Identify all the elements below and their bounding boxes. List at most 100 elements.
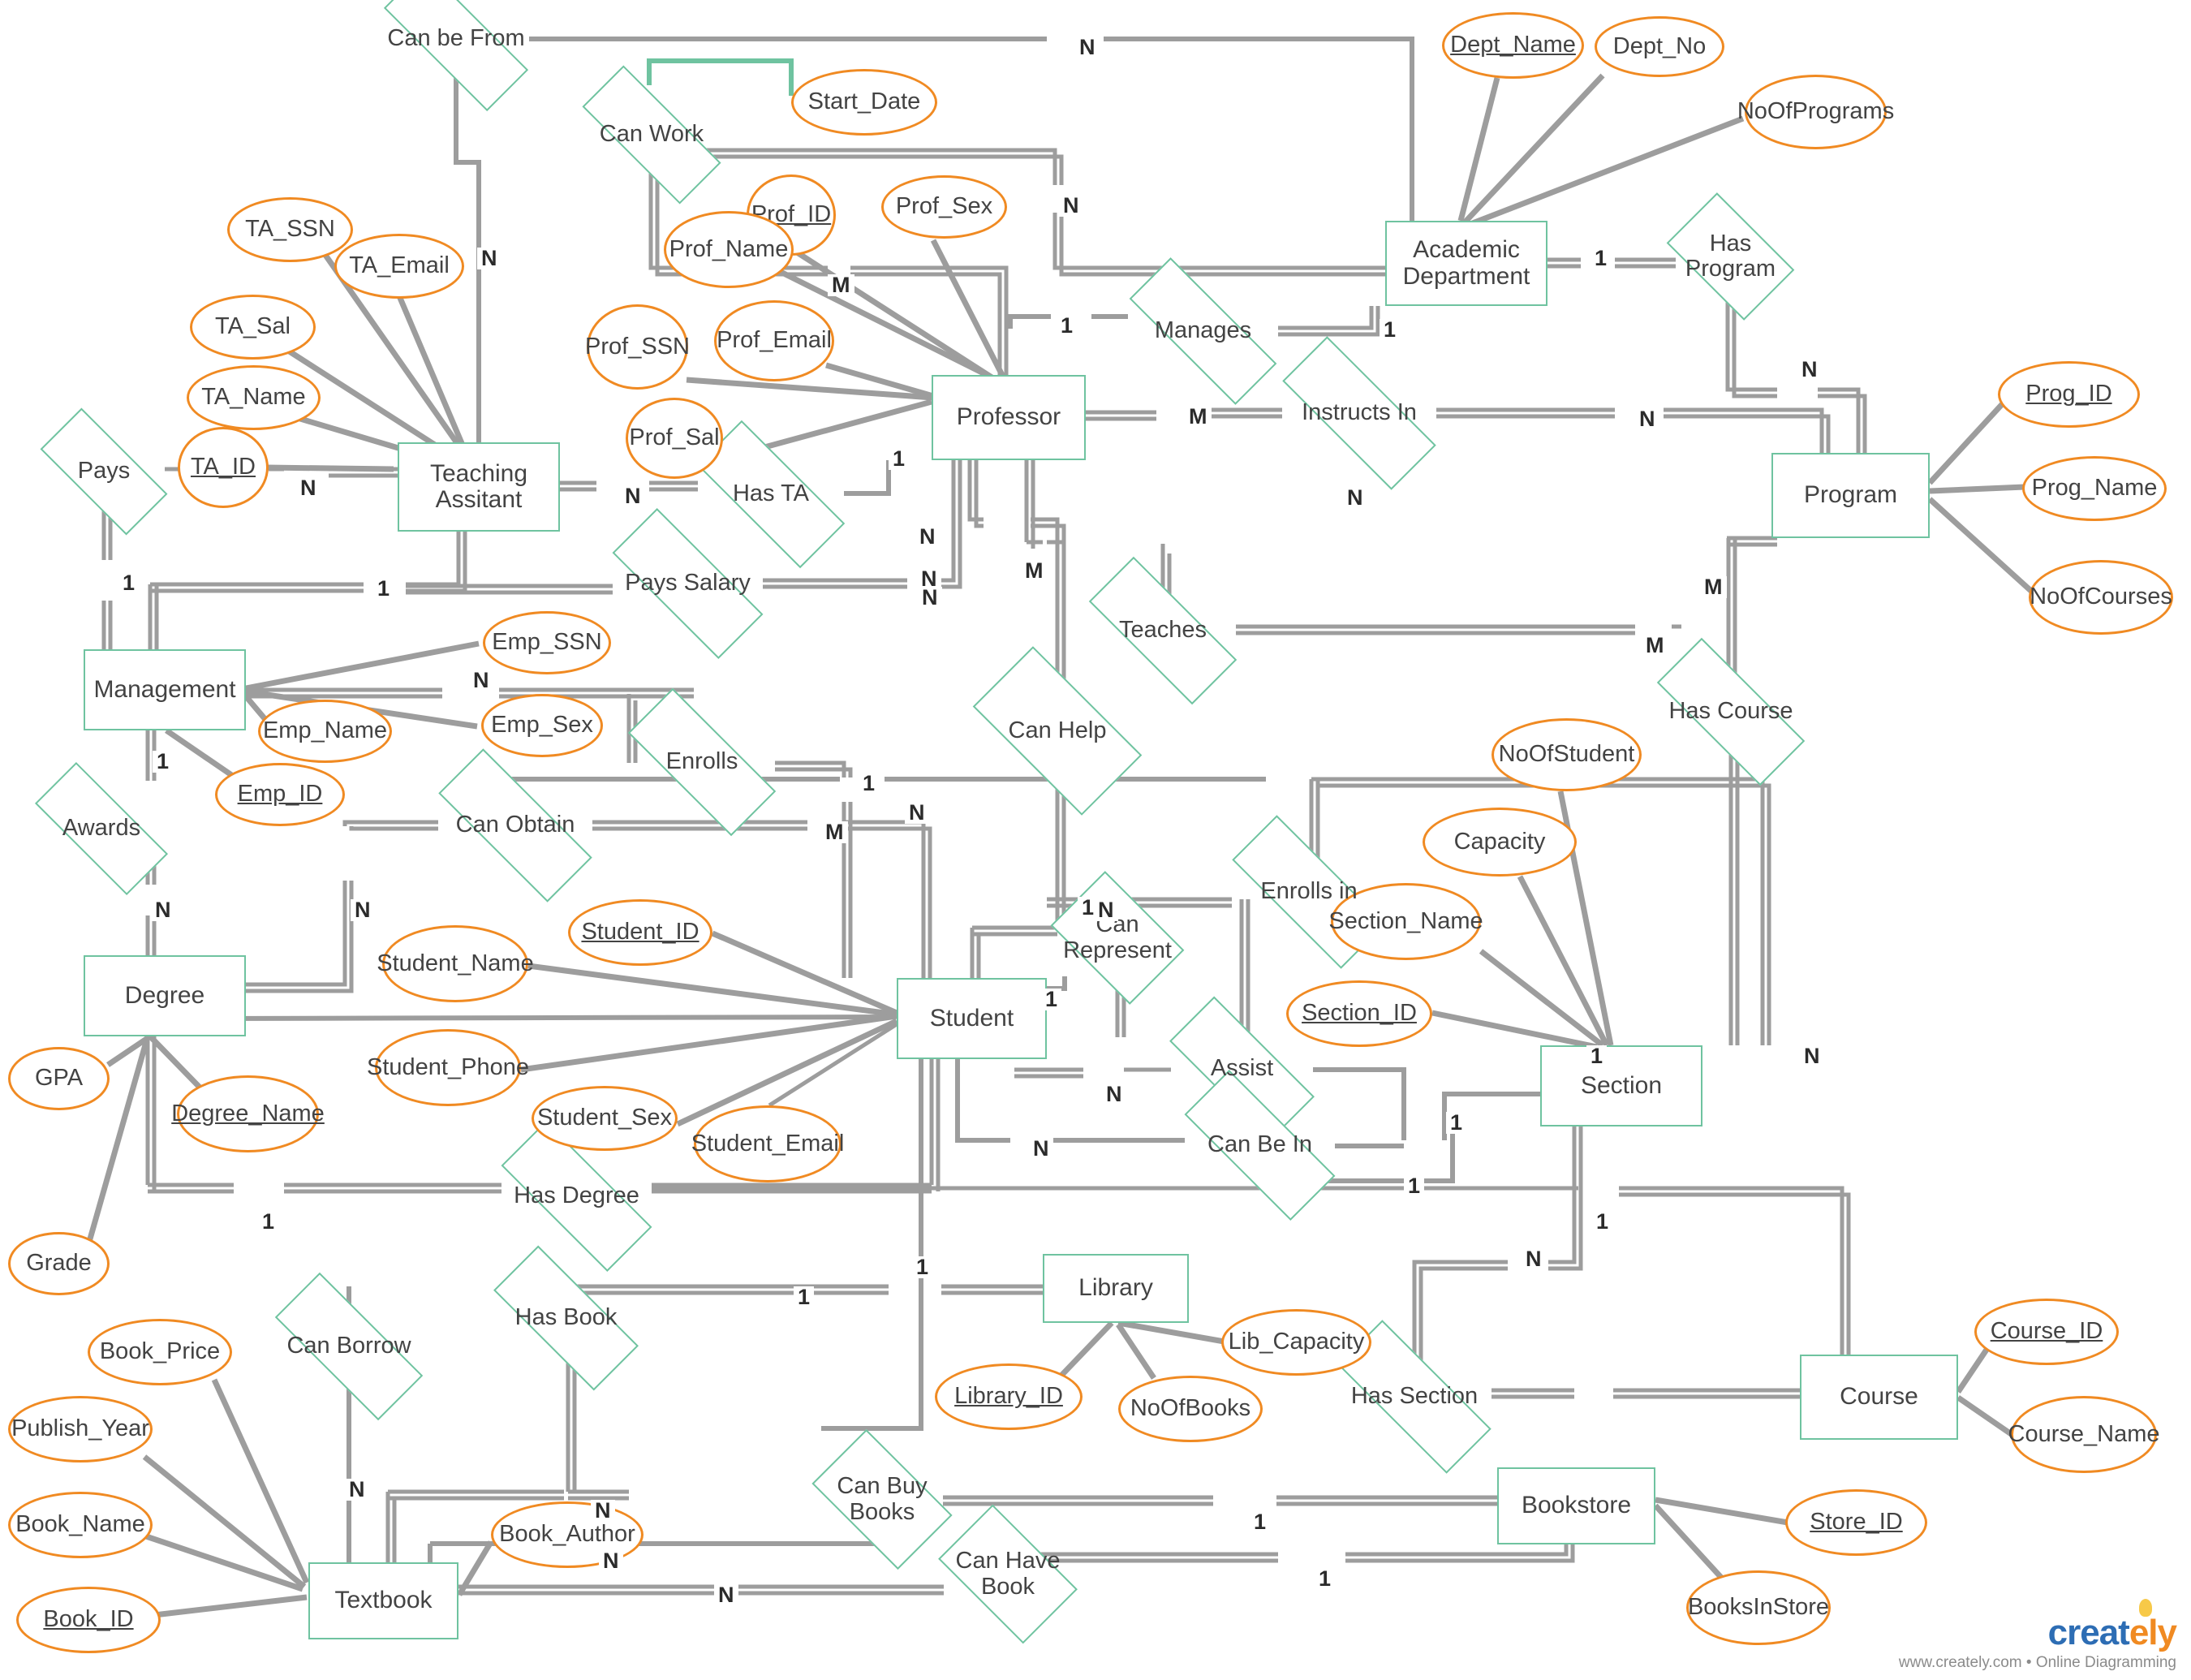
- attr-prof_email[interactable]: Prof_Email: [714, 300, 834, 381]
- rel-has_section[interactable]: Has Section: [1337, 1320, 1492, 1474]
- entity-management[interactable]: Management: [84, 649, 246, 730]
- entity-library[interactable]: Library: [1043, 1254, 1189, 1323]
- entity-label: Program: [1803, 481, 1898, 509]
- cardinality-label-c1: N: [1075, 37, 1100, 58]
- attr-emp_id[interactable]: Emp_ID: [215, 763, 345, 826]
- entity-section[interactable]: Section: [1540, 1045, 1702, 1126]
- attr-section_id[interactable]: Section_ID: [1286, 980, 1432, 1047]
- cardinality-label-c29: N: [351, 899, 375, 921]
- rel-has_ta[interactable]: Has TA: [696, 420, 846, 569]
- attr-prof_ssn[interactable]: Prof_SSN: [585, 304, 690, 390]
- entity-program[interactable]: Program: [1771, 453, 1930, 538]
- attr-no_of_programs[interactable]: NoOfPrograms: [1737, 75, 1894, 149]
- entity-label: Management: [93, 675, 236, 703]
- attr-prog_id[interactable]: Prog_ID: [1998, 361, 2140, 428]
- entity-degree[interactable]: Degree: [84, 955, 246, 1036]
- rel-can_have_book[interactable]: Can Have Book: [938, 1504, 1078, 1644]
- attr-student_name[interactable]: Student_Name: [377, 925, 534, 1002]
- rel-can_be_in[interactable]: Can Be In: [1184, 1070, 1336, 1221]
- rel-can_borrow[interactable]: Can Borrow: [274, 1272, 424, 1421]
- cardinality-label-c10: N: [1797, 359, 1822, 381]
- attr-label: Emp_ID: [237, 781, 323, 808]
- attr-emp_ssn[interactable]: Emp_SSN: [483, 611, 611, 674]
- rel-can_obtain[interactable]: Can Obtain: [438, 748, 592, 902]
- rel-instructs_in[interactable]: Instructs In: [1282, 336, 1436, 490]
- attr-student_phone[interactable]: Student_Phone: [367, 1029, 529, 1106]
- rel-teaches[interactable]: Teaches: [1088, 556, 1238, 705]
- entity-course[interactable]: Course: [1800, 1355, 1958, 1440]
- attr-prof_sex[interactable]: Prof_Sex: [881, 175, 1007, 239]
- rel-can_work[interactable]: Can Work: [582, 65, 721, 205]
- attr-course_id[interactable]: Course_ID: [1974, 1299, 2119, 1365]
- cardinality-label-c22: M: [1700, 576, 1727, 598]
- attr-course_name[interactable]: Course_Name: [2008, 1396, 2160, 1473]
- entity-textbook[interactable]: Textbook: [308, 1562, 458, 1639]
- entity-professor[interactable]: Professor: [932, 375, 1086, 460]
- attr-start_date[interactable]: Start_Date: [791, 69, 937, 136]
- cardinality-label-c9: N: [1635, 408, 1659, 430]
- attr-library_id[interactable]: Library_ID: [935, 1363, 1083, 1430]
- attr-ta_id[interactable]: TA_ID: [178, 427, 269, 508]
- attr-ta_sal[interactable]: TA_Sal: [190, 295, 316, 360]
- attr-label: Student_Name: [377, 950, 534, 976]
- rel-has_program[interactable]: Has Program: [1666, 192, 1795, 321]
- attr-ta_name[interactable]: TA_Name: [187, 365, 321, 430]
- attr-student_email[interactable]: Student_Email: [691, 1105, 844, 1182]
- attr-prof_sal[interactable]: Prof_Sal: [626, 398, 723, 479]
- rel-pays[interactable]: Pays: [40, 407, 168, 536]
- attr-label: TA_SSN: [245, 216, 335, 243]
- attr-student_sex[interactable]: Student_Sex: [532, 1086, 678, 1151]
- cardinality-label-c21: N: [918, 587, 942, 609]
- attr-lib_capacity[interactable]: Lib_Capacity: [1221, 1309, 1371, 1376]
- rel-manages[interactable]: Manages: [1128, 257, 1278, 405]
- attr-grade[interactable]: Grade: [8, 1232, 110, 1295]
- attr-no_of_student[interactable]: NoOfStudent: [1492, 718, 1642, 791]
- cardinality-label-c18: M: [1021, 560, 1048, 582]
- rel-has_degree[interactable]: Has Degree: [501, 1121, 652, 1272]
- attr-degree_name[interactable]: Degree_Name: [171, 1075, 325, 1152]
- attr-prog_name[interactable]: Prog_Name: [2022, 456, 2167, 521]
- cardinality-label-c19: N: [915, 526, 940, 548]
- attr-book_name[interactable]: Book_Name: [8, 1492, 153, 1558]
- cardinality-label-c43: N: [1522, 1248, 1546, 1270]
- attr-prof_name[interactable]: Prof_Name: [664, 211, 794, 288]
- attr-no_of_books[interactable]: NoOfBooks: [1118, 1376, 1263, 1442]
- attr-no_of_courses[interactable]: NoOfCourses: [2029, 560, 2173, 635]
- attr-emp_name[interactable]: Emp_Name: [258, 700, 392, 763]
- rel-label: Teaches: [1118, 617, 1207, 644]
- rel-has_book[interactable]: Has Book: [493, 1245, 639, 1391]
- attr-store_id[interactable]: Store_ID: [1785, 1489, 1927, 1556]
- attr-ta_email[interactable]: TA_Email: [334, 234, 464, 299]
- attr-emp_sex[interactable]: Emp_Sex: [481, 694, 603, 757]
- attr-dept_no[interactable]: Dept_No: [1595, 16, 1724, 77]
- rel-enrolls[interactable]: Enrolls: [627, 687, 777, 837]
- attr-label: Emp_Sex: [491, 712, 593, 739]
- entity-academic_department[interactable]: Academic Department: [1385, 221, 1547, 306]
- rel-awards[interactable]: Awards: [34, 761, 169, 896]
- attr-book_id[interactable]: Book_ID: [16, 1587, 161, 1653]
- attr-capacity[interactable]: Capacity: [1423, 808, 1577, 877]
- rel-pays_salary[interactable]: Pays Salary: [612, 508, 764, 659]
- cardinality-label-c26: 1: [859, 773, 880, 795]
- attr-label: Section_ID: [1302, 1000, 1417, 1027]
- cardinality-label-c27: M: [821, 821, 848, 843]
- entity-student[interactable]: Student: [897, 978, 1047, 1059]
- attr-books_in_store[interactable]: BooksInStore: [1686, 1570, 1831, 1645]
- rel-has_course[interactable]: Has Course: [1656, 637, 1806, 786]
- attr-ta_ssn[interactable]: TA_SSN: [227, 197, 353, 262]
- attr-gpa[interactable]: GPA: [8, 1047, 110, 1110]
- attr-label: TA_ID: [190, 454, 256, 480]
- entity-label: Section: [1580, 1071, 1663, 1099]
- attr-book_price[interactable]: Book_Price: [88, 1319, 232, 1385]
- attr-student_id[interactable]: Student_ID: [568, 899, 712, 966]
- entity-label: Course: [1840, 1383, 1918, 1411]
- rel-can_be_from[interactable]: Can be From: [383, 0, 529, 112]
- cardinality-label-c46: N: [599, 1550, 623, 1572]
- attr-dept_name[interactable]: Dept_Name: [1442, 12, 1584, 79]
- attr-publish_year[interactable]: Publish_Year: [8, 1396, 153, 1462]
- entity-teaching_assistant[interactable]: Teaching Assitant: [398, 442, 560, 532]
- entity-bookstore[interactable]: Bookstore: [1497, 1467, 1655, 1544]
- er-diagram-canvas: Can be From Can Work Has Program Manages Ins…: [0, 0, 2191, 1680]
- rel-can_buy_books[interactable]: Can Buy Books: [811, 1428, 953, 1570]
- rel-can_help[interactable]: Can Help: [972, 646, 1143, 816]
